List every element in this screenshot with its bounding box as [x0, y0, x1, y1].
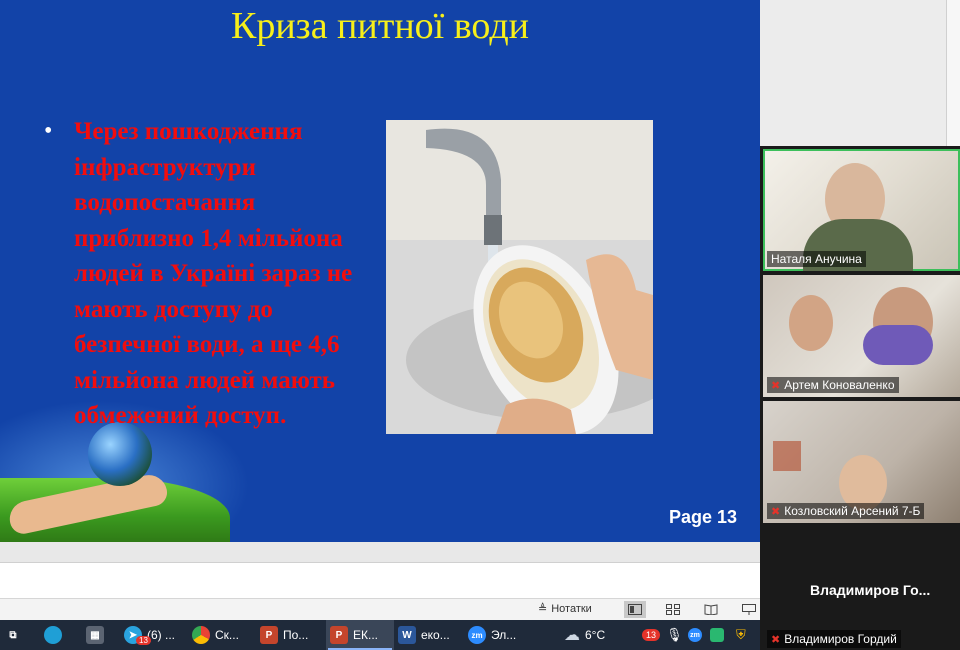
zoom-icon: zm [688, 628, 702, 642]
taskbar-app-powerpoint-1[interactable]: P По... [260, 620, 320, 650]
notes-icon: ≜ [538, 603, 548, 615]
taskbar-app-powerpoint-2[interactable]: P ЕК... [326, 620, 394, 650]
taskbar-app-word[interactable]: W еко... [398, 620, 460, 650]
notes-button[interactable]: ≜ Нотатки [538, 602, 592, 616]
camera-icon [710, 628, 724, 642]
zoom-tray-button[interactable]: zm [688, 620, 702, 650]
slide-title: Криза питної води [231, 5, 529, 47]
security-tray-button[interactable]: ⛨ [736, 620, 746, 650]
slide-notes-divider[interactable] [0, 542, 760, 562]
participant-name: Владимиров Гордий [784, 632, 897, 646]
reading-view-button[interactable] [700, 601, 722, 618]
presentation-slide: Криза питної води • Через пошкодження ін… [0, 0, 760, 542]
muted-mic-icon: ✖ [771, 505, 781, 518]
powerpoint-icon: P [260, 626, 278, 644]
slideshow-icon [742, 604, 756, 615]
slide-body-text: Через пошкодження інфраструктури водопос… [74, 118, 353, 429]
notes-pane[interactable] [0, 562, 760, 599]
task-view-icon: ⧉ [9, 629, 17, 641]
notes-label: Нотатки [551, 602, 592, 615]
normal-view-button[interactable] [624, 601, 646, 618]
side-scrollbar[interactable] [946, 0, 960, 146]
participant-name: Артем Коноваленко [784, 378, 895, 392]
participant-video-background [773, 441, 801, 471]
taskbar-app-telegram[interactable]: ➤ (6) ... 13 [124, 620, 184, 650]
taskbar-app-label: еко... [421, 628, 450, 642]
participant-name-tag[interactable]: ✖ Владимиров Гордий [767, 630, 901, 648]
windows-taskbar: ⧉ ▦ ➤ (6) ... 13 Ск... P По... P ЕК... W… [0, 620, 760, 650]
chrome-icon [192, 626, 210, 644]
tray-notification[interactable]: 13 [642, 620, 661, 650]
taskbar-app-label: Эл... [491, 628, 517, 642]
powerpoint-icon: P [330, 626, 348, 644]
participants-panel: Наталя Анучина ✖ Артем Коноваленко ✖ Коз… [760, 146, 960, 650]
muted-mic-icon: ✖ [771, 633, 781, 646]
participant-name-tag: ✖ Артем Коноваленко [767, 377, 899, 393]
water-bowl-photo [386, 120, 653, 434]
participant-name: Козловский Арсений 7-Б [784, 504, 921, 518]
participant-tile[interactable]: ✖ Козловский Арсений 7-Б [763, 401, 960, 523]
calculator-button[interactable]: ▦ [86, 620, 104, 650]
participant-video-object [863, 325, 933, 365]
normal-view-icon [628, 604, 642, 615]
reading-view-icon [704, 604, 718, 615]
weather-temperature: 6°C [585, 628, 606, 642]
participant-name-tag: ✖ Козловский Арсений 7-Б [767, 503, 925, 519]
slide-sorter-icon [666, 604, 680, 615]
taskbar-app-label: ЕК... [353, 628, 378, 642]
tray-badge: 13 [642, 629, 661, 641]
participant-big-name: Владимиров Го... [810, 582, 931, 598]
notification-badge: 13 [136, 636, 151, 645]
participant-name: Наталя Анучина [771, 252, 862, 266]
bullet-marker: • [44, 118, 53, 144]
edge-button[interactable] [44, 620, 62, 650]
zoom-side-background [760, 0, 960, 146]
page-number: Page 13 [669, 507, 738, 527]
participant-tile[interactable]: ✖ Артем Коноваленко [763, 275, 960, 397]
taskbar-app-chrome[interactable]: Ск... [192, 620, 250, 650]
task-view-button[interactable]: ⧉ [4, 620, 22, 650]
camera-tray-button[interactable] [710, 620, 724, 650]
zoom-icon: zm [468, 626, 486, 644]
taskbar-app-zoom[interactable]: zm Эл... [468, 620, 528, 650]
muted-mic-icon: ✖ [771, 379, 781, 392]
status-bar: ≜ Нотатки [0, 598, 760, 621]
shield-icon: ⛨ [736, 627, 746, 642]
microphone-icon: 🎙 [666, 627, 683, 642]
microphone-tray-button[interactable]: 🎙 [666, 620, 683, 650]
slideshow-button[interactable] [738, 601, 760, 618]
slide-sorter-button[interactable] [662, 601, 684, 618]
word-icon: W [398, 626, 416, 644]
participant-tile[interactable]: Наталя Анучина [763, 149, 960, 271]
calculator-icon: ▦ [86, 626, 104, 644]
edge-icon [44, 626, 62, 644]
taskbar-app-label: Ск... [215, 628, 239, 642]
participant-video [789, 295, 833, 351]
weather-widget[interactable]: ☁ 6°C [564, 620, 605, 650]
taskbar-app-label: По... [283, 628, 309, 642]
cloud-icon: ☁ [564, 627, 580, 644]
participant-name-tag: Наталя Анучина [767, 251, 866, 267]
taskbar-app-label: (6) ... [147, 628, 176, 642]
